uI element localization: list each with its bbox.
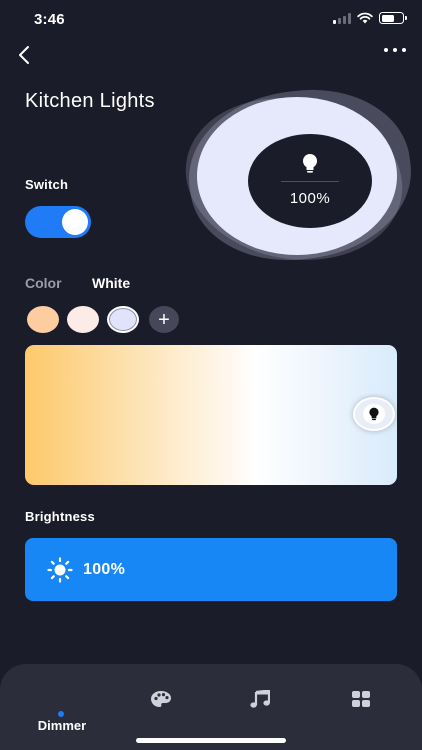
brightness-bar[interactable]: 100% (25, 538, 397, 601)
nav-palette[interactable] (140, 664, 182, 734)
brightness-value: 100% (83, 560, 126, 578)
status-time: 3:46 (34, 11, 65, 28)
temperature-handle[interactable] (353, 397, 395, 431)
back-chevron-icon[interactable] (14, 44, 36, 66)
lightbulb-icon (303, 154, 317, 173)
wifi-icon (357, 12, 373, 24)
dial-percent: 100% (289, 190, 331, 207)
nav-music[interactable] (239, 664, 281, 734)
nav-dimmer[interactable]: Dimmer (26, 690, 98, 750)
sun-icon (47, 556, 73, 583)
color-temperature-picker[interactable] (25, 345, 397, 485)
palette-icon (151, 691, 171, 707)
more-options-icon[interactable] (384, 48, 406, 52)
music-note-icon (250, 690, 270, 708)
power-toggle[interactable] (25, 206, 91, 238)
brightness-label: Brightness (25, 509, 95, 524)
grid-icon (352, 691, 370, 707)
tab-color[interactable]: Color (25, 275, 62, 291)
switch-label: Switch (25, 177, 69, 192)
lightbulb-icon (369, 407, 379, 421)
dial-divider (281, 181, 339, 182)
swatch-cool[interactable] (107, 306, 139, 333)
brightness-dial[interactable]: 100% (172, 76, 422, 277)
toggle-knob (62, 209, 88, 235)
swatch-warm[interactable] (27, 306, 59, 333)
add-swatch-button[interactable]: + (149, 306, 179, 333)
dial-ring[interactable]: 100% (197, 97, 397, 255)
nav-scenes[interactable] (340, 664, 382, 734)
status-icons (333, 12, 407, 24)
home-indicator (136, 738, 286, 743)
battery-icon (379, 12, 407, 24)
dial-center: 100% (248, 134, 372, 228)
active-tab-indicator (58, 711, 64, 717)
page-title: Kitchen Lights (25, 90, 155, 112)
cellular-signal-icon (333, 12, 351, 24)
nav-dimmer-label: Dimmer (37, 717, 87, 733)
swatch-neutral[interactable] (67, 306, 99, 333)
tab-white[interactable]: White (92, 275, 130, 291)
